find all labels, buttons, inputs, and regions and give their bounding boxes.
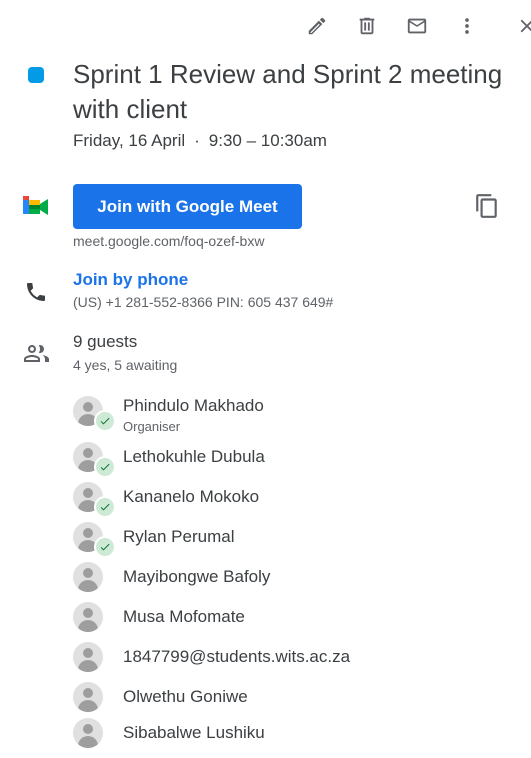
event-title: Sprint 1 Review and Sprint 2 meeting wit… [73, 59, 503, 124]
guest-item[interactable]: Sibabalwe Lushiku [73, 718, 513, 758]
delete-button[interactable] [347, 6, 387, 46]
close-button[interactable] [507, 6, 531, 46]
accepted-check-icon [94, 536, 116, 558]
more-vert-icon [465, 18, 469, 34]
guests-summary: 4 yes, 5 awaiting [73, 357, 178, 373]
guest-name: Mayibongwe Bafoly [123, 567, 271, 586]
meet-link[interactable]: meet.google.com/foq-ozef-bxw [73, 233, 264, 249]
close-icon [520, 19, 531, 33]
avatar [73, 682, 103, 712]
email-guests-button[interactable] [397, 6, 437, 46]
guest-name: Sibabalwe Lushiku [123, 723, 265, 742]
datetime-separator: · [194, 131, 200, 150]
avatar [73, 642, 103, 672]
guest-item[interactable]: Phindulo Makhado Organiser [73, 396, 513, 436]
google-meet-icon [23, 196, 48, 215]
join-google-meet-button[interactable]: Join with Google Meet [73, 184, 302, 229]
event-toolbar [271, 6, 531, 46]
guest-item[interactable]: Rylan Perumal [73, 522, 513, 562]
avatar [73, 602, 103, 632]
avatar [73, 718, 103, 748]
edit-button[interactable] [297, 6, 337, 46]
guest-item[interactable]: Olwethu Goniwe [73, 682, 513, 722]
guest-name: Rylan Perumal [123, 527, 235, 546]
phone-details: (US) +1 281-552-8366 PIN: 605 437 649# [73, 294, 334, 310]
guest-name: Phindulo Makhado [123, 396, 264, 415]
guest-item[interactable]: Mayibongwe Bafoly [73, 562, 513, 602]
people-icon [23, 341, 49, 365]
copy-link-button[interactable] [474, 193, 500, 219]
guest-item[interactable]: Lethokuhle Dubula [73, 442, 513, 482]
delete-icon [359, 17, 375, 35]
guests-count: 9 guests [73, 332, 138, 351]
event-time: 9:30 – 10:30am [208, 131, 327, 150]
accepted-check-icon [94, 410, 116, 432]
guest-name: Olwethu Goniwe [123, 687, 248, 706]
calendar-color-indicator [28, 67, 44, 83]
accepted-check-icon [94, 456, 116, 478]
more-options-button[interactable] [447, 6, 487, 46]
join-by-phone-link[interactable]: Join by phone [73, 270, 188, 290]
guest-name: Lethokuhle Dubula [123, 447, 265, 466]
copy-icon [476, 194, 497, 218]
guest-name: Musa Mofomate [123, 607, 245, 626]
event-datetime: Friday, 16 April · 9:30 – 10:30am [73, 131, 327, 151]
edit-icon [308, 17, 326, 35]
guest-item[interactable]: Musa Mofomate [73, 602, 513, 642]
accepted-check-icon [94, 496, 116, 518]
guest-item[interactable]: Kananelo Mokoko [73, 482, 513, 522]
guest-name: Kananelo Mokoko [123, 487, 260, 506]
event-date: Friday, 16 April [73, 131, 186, 150]
email-icon [407, 18, 427, 34]
guest-name: 1847799@students.wits.ac.za [123, 647, 351, 666]
guest-item[interactable]: 1847799@students.wits.ac.za [73, 642, 513, 682]
avatar [73, 562, 103, 592]
guest-role: Organiser [123, 419, 181, 434]
phone-icon [24, 280, 48, 304]
